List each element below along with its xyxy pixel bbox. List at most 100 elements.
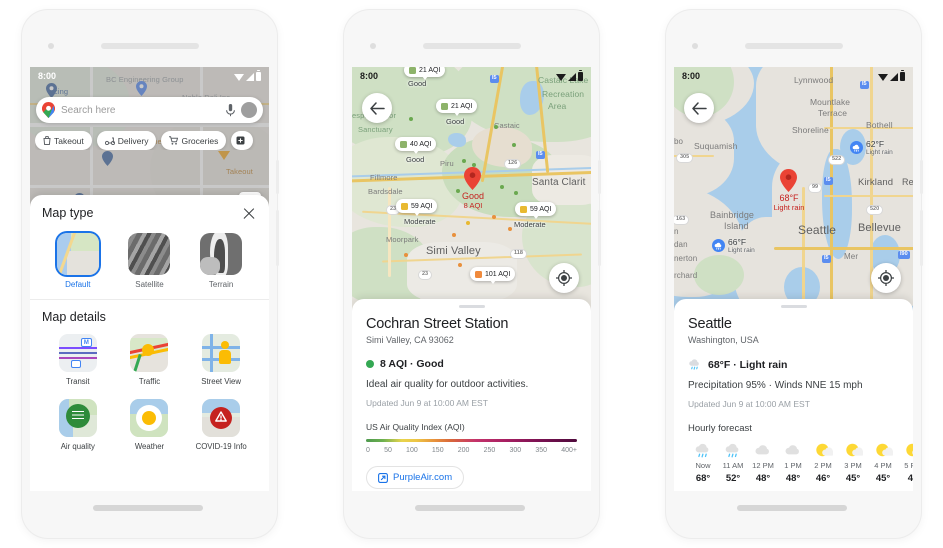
map-detail-weather[interactable]: Weather (116, 398, 182, 452)
forecast-item[interactable]: 5 PM 42 (898, 440, 913, 484)
map-detail-transit[interactable]: M Transit (45, 334, 111, 387)
rain-cloud-icon (689, 359, 699, 370)
power-button[interactable] (920, 160, 923, 194)
map-type-label: Terrain (208, 280, 234, 289)
search-bar[interactable]: Search here (36, 97, 263, 123)
transit-icon: M (58, 334, 97, 372)
close-icon[interactable] (241, 205, 257, 221)
aqi-marker[interactable]: 21 AQI (404, 67, 446, 80)
pin-condition: Light rain (773, 203, 805, 212)
aqi-marker[interactable]: 101 AQI (470, 267, 516, 284)
map-detail-air-quality[interactable]: Air quality (45, 398, 111, 452)
chip-delivery[interactable]: Delivery (96, 131, 157, 150)
forecast-item[interactable]: 1 PM 48° (778, 440, 808, 484)
volume-button[interactable] (276, 210, 279, 266)
back-button[interactable] (684, 93, 714, 123)
weather-marker[interactable]: 66°F Light rain (712, 237, 755, 254)
map-label: Moorpark (386, 235, 419, 244)
partly-sunny-icon (838, 440, 868, 460)
map-label: Bainbridge (710, 210, 755, 220)
forecast-item[interactable]: 12 PM 48° (748, 440, 778, 484)
selected-location-pin[interactable] (464, 167, 481, 190)
sheet-grabber[interactable] (458, 305, 485, 308)
aqi-marker[interactable]: 40 AQI (395, 137, 437, 154)
chip-label: Groceries (181, 135, 219, 146)
microphone-icon[interactable] (226, 103, 235, 117)
bottom-speaker-grille (93, 505, 203, 511)
screen-middle: I5 I5 126 23 23 118 Castaic Castaic Lake… (352, 67, 591, 491)
forecast-item[interactable]: 2 PM 46° (808, 440, 838, 484)
map-type-label: Satellite (135, 280, 164, 289)
route-shield: 520 (866, 205, 884, 215)
forecast-item[interactable]: Now 68° (688, 440, 718, 484)
map-label: Piru (440, 159, 454, 168)
forecast-temp: 46° (815, 473, 831, 484)
power-button[interactable] (276, 160, 279, 194)
rain-cloud-icon (712, 239, 725, 252)
earpiece-grille (423, 43, 521, 49)
map-label: nerton (674, 254, 698, 263)
map-type-default[interactable]: Default (48, 233, 108, 289)
forecast-item[interactable]: 11 AM 52° (718, 440, 748, 484)
map-label: dan (674, 240, 688, 249)
route-shield: 163 (674, 215, 690, 225)
forecast-temp: 45° (845, 473, 861, 484)
aqi-value: 59 AQI (530, 205, 552, 213)
route-shield: 23 (418, 270, 433, 280)
aqi-marker[interactable]: 59 AQI (396, 199, 438, 216)
bottom-speaker-grille (415, 505, 525, 511)
forecast-time: 2 PM (814, 461, 832, 470)
profile-avatar[interactable] (241, 102, 257, 118)
place-info-sheet: Cochran Street Station Simi Valley, CA 9… (352, 299, 591, 491)
weather-marker-text: 62°F Light rain (866, 139, 893, 156)
chip-takeout[interactable]: Takeout (35, 131, 92, 150)
map-label: Fillmore (370, 173, 398, 182)
forecast-time: 1 PM (784, 461, 802, 470)
source-link-button[interactable]: PurpleAir.com (366, 466, 465, 489)
aqi-swatch (441, 102, 448, 110)
aqi-value: 40 AQI (410, 140, 432, 148)
aqi-scale-gradient (366, 439, 577, 442)
weather-description: Precipitation 95% · Winds NNE 15 mph (688, 380, 863, 391)
map-label: Bardsdale (368, 187, 403, 196)
aqi-marker[interactable]: 59 AQI (515, 202, 557, 219)
weather-marker[interactable]: 62°F Light rain (850, 139, 893, 156)
bottom-speaker-grille (737, 505, 847, 511)
map-type-satellite[interactable]: Satellite (119, 233, 179, 289)
selected-location-pin[interactable] (780, 169, 797, 192)
back-button[interactable] (362, 93, 392, 123)
sheet-grabber[interactable] (780, 305, 807, 308)
map-label: n (674, 227, 679, 236)
chip-pharmacy[interactable] (231, 131, 254, 150)
forecast-time: 12 PM (752, 461, 774, 470)
map-label: Kirkland (858, 177, 894, 188)
aqi-swatch (401, 202, 408, 210)
volume-button[interactable] (920, 210, 923, 266)
map-detail-label: Transit (66, 377, 90, 386)
forecast-time: 4 PM (874, 461, 892, 470)
weather-icon (130, 398, 169, 437)
forecast-time: Now (695, 461, 711, 470)
aqi-marker[interactable]: 21 AQI (436, 99, 478, 116)
my-location-button[interactable] (871, 263, 901, 293)
map-detail-traffic[interactable]: Traffic (116, 334, 182, 387)
my-location-button[interactable] (549, 263, 579, 293)
forecast-item[interactable]: 3 PM 45° (838, 440, 868, 484)
front-camera (370, 43, 376, 49)
map-detail-covid-info[interactable]: COVID-19 Info (188, 398, 254, 452)
aqi-metric: 8 AQI · Good (380, 358, 444, 370)
search-input-placeholder[interactable]: Search here (61, 105, 220, 116)
forecast-item[interactable]: 4 PM 45° (868, 440, 898, 484)
weather-metric: 68°F · Light rain (708, 358, 788, 371)
takeout-bag-icon (43, 136, 51, 145)
volume-button[interactable] (598, 210, 601, 266)
aqi-tick: 100 (406, 447, 418, 454)
screen-left: BC Engineering Group cing Noble Deli Inc… (30, 67, 269, 491)
map-type-terrain[interactable]: Terrain (191, 233, 251, 289)
map-detail-street-view[interactable]: Street View (188, 334, 254, 387)
map-details-grid: M Transit Traffic Street View Air qualit… (42, 334, 257, 451)
aqi-value: 21 AQI (419, 67, 441, 74)
aqi-tick: 350 (535, 447, 548, 454)
chip-groceries[interactable]: Groceries (161, 131, 227, 150)
power-button[interactable] (598, 160, 601, 194)
